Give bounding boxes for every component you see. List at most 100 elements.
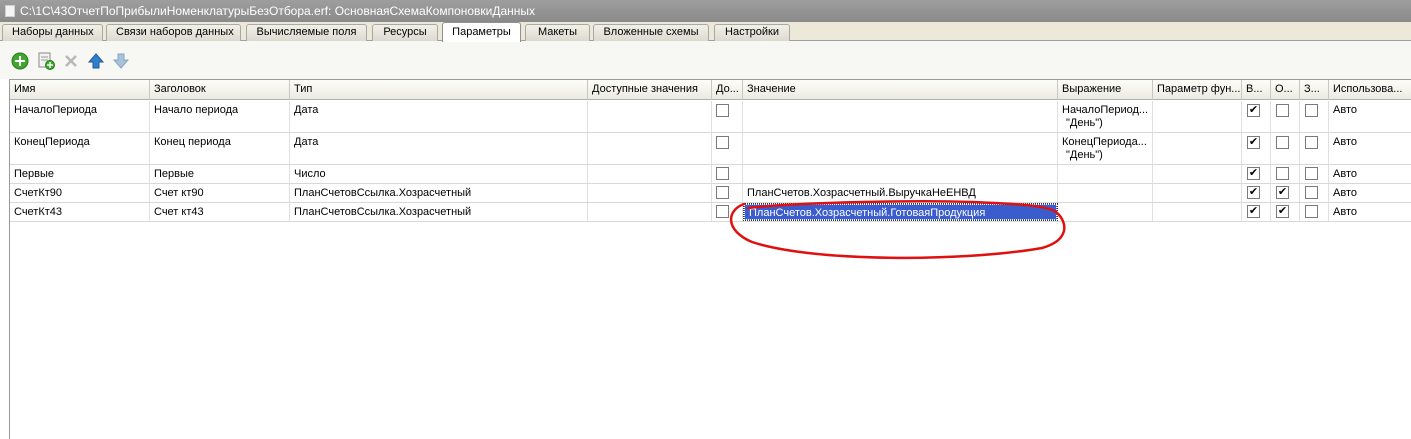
cell-title[interactable]: Начало периода [150, 101, 290, 132]
cell-available-only[interactable] [712, 133, 743, 164]
cell-type[interactable]: ПланСчетовСсылка.Хозрасчетный [290, 184, 588, 202]
column-header-type[interactable]: Тип [290, 80, 588, 100]
cell-flag-1[interactable]: ✔ [1242, 184, 1271, 202]
column-header-flag-2[interactable]: О... [1271, 80, 1300, 100]
table-row[interactable]: СчетКт90 Счет кт90 ПланСчетовСсылка.Хозр… [10, 184, 1411, 203]
cell-flag-1[interactable]: ✔ [1242, 101, 1271, 132]
cell-available-only[interactable] [712, 203, 743, 221]
cell-name[interactable]: КонецПериода [10, 133, 150, 164]
column-header-name[interactable]: Имя [10, 80, 150, 100]
cell-available-only[interactable] [712, 165, 743, 183]
cell-function-parameter[interactable] [1153, 101, 1242, 132]
checkbox[interactable] [716, 104, 729, 117]
cell-title[interactable]: Конец периода [150, 133, 290, 164]
cell-flag-2[interactable]: ✔ [1271, 184, 1300, 202]
cell-flag-2[interactable] [1271, 165, 1300, 183]
cell-title[interactable]: Первые [150, 165, 290, 183]
cell-flag-3[interactable] [1300, 101, 1329, 132]
column-header-value[interactable]: Значение [743, 80, 1058, 100]
table-row[interactable]: Первые Первые Число ✔ Авто [10, 165, 1411, 184]
cell-type[interactable]: Дата [290, 133, 588, 164]
cell-value[interactable] [743, 165, 1058, 183]
cell-available-values[interactable] [588, 101, 712, 132]
cell-flag-1[interactable]: ✔ [1242, 203, 1271, 221]
cell-usage[interactable]: Авто [1329, 101, 1411, 132]
checkbox[interactable] [1305, 167, 1318, 180]
table-row[interactable]: СчетКт43 Счет кт43 ПланСчетовСсылка.Хозр… [10, 203, 1411, 222]
checkbox[interactable] [716, 186, 729, 199]
cell-function-parameter[interactable] [1153, 184, 1242, 202]
checkbox[interactable] [1276, 136, 1289, 149]
checkbox-checked[interactable]: ✔ [1276, 186, 1289, 199]
checkbox[interactable] [1276, 104, 1289, 117]
table-row[interactable]: КонецПериода Конец периода Дата КонецПер… [10, 133, 1411, 165]
cell-usage[interactable]: Авто [1329, 165, 1411, 183]
tab-resources[interactable]: Ресурсы [372, 24, 438, 41]
cell-name[interactable]: СчетКт43 [10, 203, 150, 221]
cell-type[interactable]: Дата [290, 101, 588, 132]
checkbox[interactable] [716, 167, 729, 180]
column-header-available-only[interactable]: До... [712, 80, 743, 100]
checkbox[interactable] [716, 136, 729, 149]
move-down-button[interactable] [112, 52, 130, 70]
delete-button[interactable] [62, 52, 80, 70]
cell-flag-1[interactable]: ✔ [1242, 133, 1271, 164]
cell-type[interactable]: Число [290, 165, 588, 183]
column-header-expression[interactable]: Выражение [1058, 80, 1153, 100]
checkbox[interactable] [1305, 205, 1318, 218]
cell-value[interactable]: ПланСчетов.Хозрасчетный.ВыручкаНеЕНВД [743, 184, 1058, 202]
move-up-button[interactable] [87, 52, 105, 70]
add-button[interactable] [11, 52, 29, 70]
cell-expression[interactable] [1058, 203, 1153, 221]
cell-flag-3[interactable] [1300, 203, 1329, 221]
cell-flag-3[interactable] [1300, 184, 1329, 202]
checkbox[interactable] [1305, 186, 1318, 199]
cell-flag-3[interactable] [1300, 165, 1329, 183]
checkbox-checked[interactable]: ✔ [1276, 205, 1289, 218]
cell-usage[interactable]: Авто [1329, 203, 1411, 221]
tab-calculated-fields[interactable]: Вычисляемые поля [246, 24, 367, 41]
checkbox-checked[interactable]: ✔ [1247, 136, 1260, 149]
tab-parameters[interactable]: Параметры [442, 22, 521, 42]
checkbox[interactable] [1276, 167, 1289, 180]
tab-data-sets[interactable]: Наборы данных [2, 24, 103, 41]
cell-value[interactable] [743, 101, 1058, 132]
cell-flag-3[interactable] [1300, 133, 1329, 164]
table-row[interactable]: НачалоПериода Начало периода Дата Начало… [10, 101, 1411, 133]
cell-available-values[interactable] [588, 184, 712, 202]
cell-available-values[interactable] [588, 203, 712, 221]
cell-function-parameter[interactable] [1153, 203, 1242, 221]
cell-expression[interactable]: НачалоПериод... "День") [1058, 101, 1153, 132]
cell-name[interactable]: СчетКт90 [10, 184, 150, 202]
cell-available-only[interactable] [712, 101, 743, 132]
cell-usage[interactable]: Авто [1329, 133, 1411, 164]
cell-value-selected[interactable]: ПланСчетов.Хозрасчетный.ГотоваяПродукция [743, 203, 1058, 221]
cell-flag-2[interactable] [1271, 133, 1300, 164]
cell-flag-1[interactable]: ✔ [1242, 165, 1271, 183]
cell-title[interactable]: Счет кт43 [150, 203, 290, 221]
checkbox[interactable] [1305, 136, 1318, 149]
cell-type[interactable]: ПланСчетовСсылка.Хозрасчетный [290, 203, 588, 221]
checkbox[interactable] [1305, 104, 1318, 117]
cell-title[interactable]: Счет кт90 [150, 184, 290, 202]
cell-name[interactable]: Первые [10, 165, 150, 183]
cell-available-values[interactable] [588, 165, 712, 183]
column-header-function-parameter[interactable]: Параметр фун... [1153, 80, 1242, 100]
cell-value[interactable] [743, 133, 1058, 164]
tab-templates[interactable]: Макеты [525, 24, 590, 41]
cell-expression[interactable] [1058, 165, 1153, 183]
cell-function-parameter[interactable] [1153, 165, 1242, 183]
cell-flag-2[interactable] [1271, 101, 1300, 132]
checkbox[interactable] [716, 205, 729, 218]
column-header-usage[interactable]: Использова... [1329, 80, 1411, 100]
cell-name[interactable]: НачалоПериода [10, 101, 150, 132]
cell-flag-2[interactable]: ✔ [1271, 203, 1300, 221]
cell-expression[interactable]: КонецПериода... "День") [1058, 133, 1153, 164]
cell-expression[interactable] [1058, 184, 1153, 202]
tab-nested-schemas[interactable]: Вложенные схемы [593, 24, 709, 41]
checkbox-checked[interactable]: ✔ [1247, 167, 1260, 180]
checkbox-checked[interactable]: ✔ [1247, 205, 1260, 218]
column-header-title[interactable]: Заголовок [150, 80, 290, 100]
tab-data-set-links[interactable]: Связи наборов данных [106, 24, 241, 41]
add-copy-button[interactable] [37, 52, 55, 70]
